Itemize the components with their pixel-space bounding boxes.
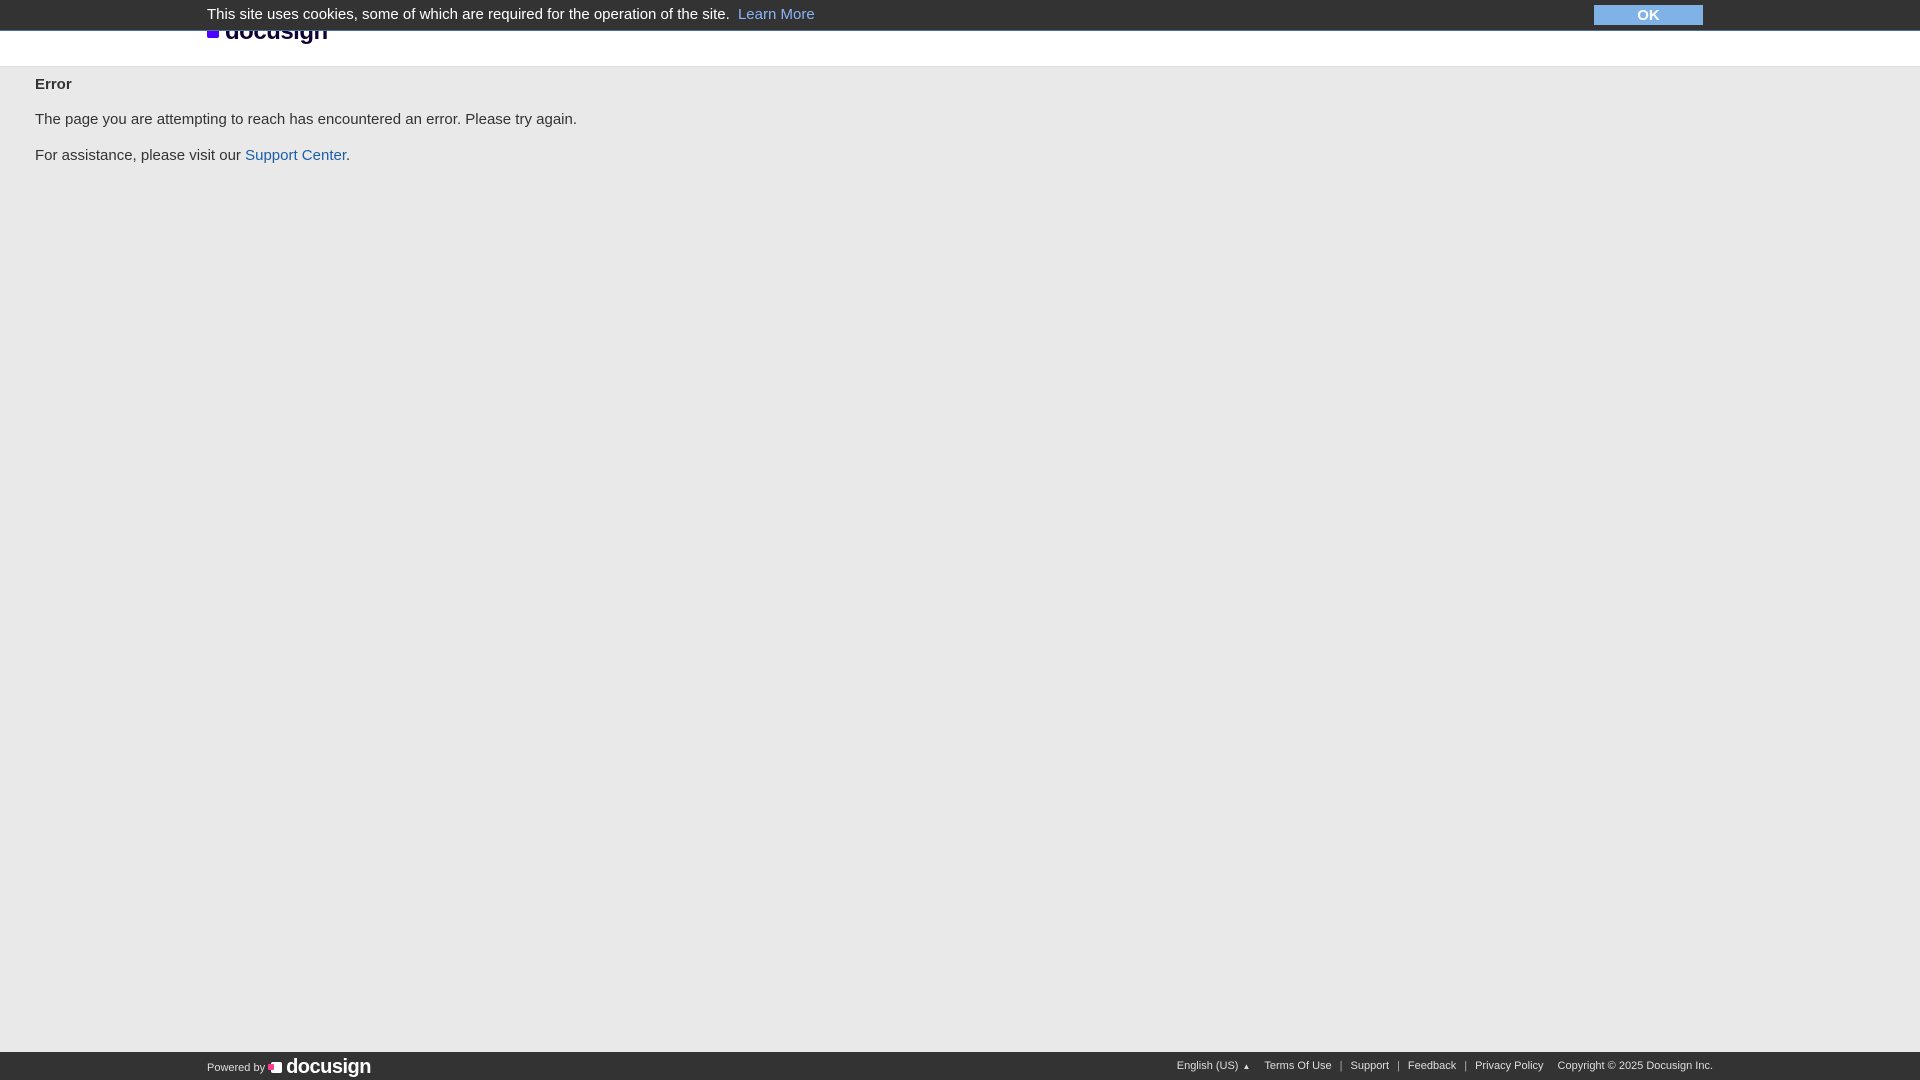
separator: |: [1464, 1060, 1468, 1072]
support-center-link[interactable]: Support Center: [245, 147, 346, 164]
assistance-line: For assistance, please visit our Support…: [35, 147, 577, 164]
footer-docusign-logo: docusign: [268, 1056, 371, 1079]
learn-more-link[interactable]: Learn More: [738, 6, 815, 23]
error-title: Error: [35, 76, 72, 93]
caret-up-icon: ▲: [1242, 1061, 1251, 1071]
cookie-message-row: This site uses cookies, some of which ar…: [207, 6, 815, 23]
support-link[interactable]: Support: [1351, 1060, 1390, 1072]
error-content: Error The page you are attempting to rea…: [35, 76, 577, 183]
privacy-policy-link[interactable]: Privacy Policy: [1475, 1060, 1543, 1072]
powered-by-label: Powered by: [207, 1061, 266, 1074]
language-label: English (US): [1176, 1060, 1239, 1072]
site-footer: Powered by docusign English (US) ▲ Terms…: [0, 1052, 1920, 1080]
copyright: Copyright © 2025 Docusign Inc.: [1557, 1060, 1713, 1072]
cookie-message: This site uses cookies, some of which ar…: [207, 6, 730, 23]
separator: |: [1397, 1060, 1400, 1072]
terms-of-use-link[interactable]: Terms Of Use: [1264, 1060, 1331, 1072]
cookie-banner: This site uses cookies, some of which ar…: [0, 0, 1920, 31]
assistance-suffix: .: [346, 147, 351, 164]
docusign-logo-icon: [268, 1062, 283, 1073]
footer-links: English (US) ▲ Terms Of Use | Support | …: [1177, 1060, 1713, 1072]
separator: |: [1339, 1060, 1343, 1072]
assistance-prefix: For assistance, please visit our: [35, 147, 246, 164]
language-selector[interactable]: English (US) ▲: [1177, 1060, 1251, 1072]
error-message: The page you are attempting to reach has…: [35, 111, 578, 128]
cookie-ok-button[interactable]: OK: [1594, 5, 1703, 25]
feedback-link[interactable]: Feedback: [1408, 1060, 1456, 1072]
powered-by: Powered by docusign: [207, 1056, 371, 1079]
footer-brand-name: docusign: [286, 1056, 371, 1078]
